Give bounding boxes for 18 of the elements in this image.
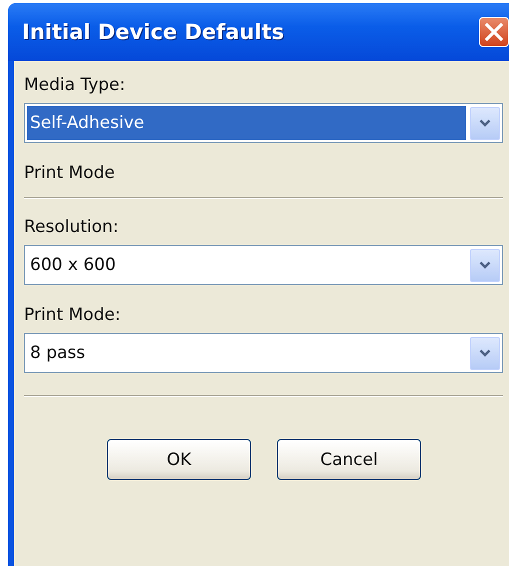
field-label: Media Type: [24, 74, 126, 97]
dropdown[interactable]: 8 pass [24, 333, 503, 373]
dropdown-arrow-button[interactable] [470, 248, 500, 282]
chevron-down-icon [479, 119, 491, 127]
cancel-button[interactable]: Cancel [277, 439, 421, 480]
dropdown[interactable]: Self-Adhesive [24, 103, 503, 143]
field-label: Resolution: [24, 216, 120, 239]
window-title: Initial Device Defaults [22, 20, 284, 44]
chevron-down-icon [479, 349, 491, 357]
ok-button[interactable]: OK [107, 439, 251, 480]
close-icon [484, 22, 504, 42]
section-heading: Print Mode [24, 162, 116, 185]
dropdown-arrow-button[interactable] [470, 336, 500, 370]
dropdown[interactable]: 600 x 600 [24, 245, 503, 285]
field-label: Print Mode: [24, 304, 122, 327]
close-button[interactable] [479, 17, 509, 47]
dropdown-arrow-button[interactable] [470, 106, 500, 140]
chevron-down-icon [479, 261, 491, 269]
